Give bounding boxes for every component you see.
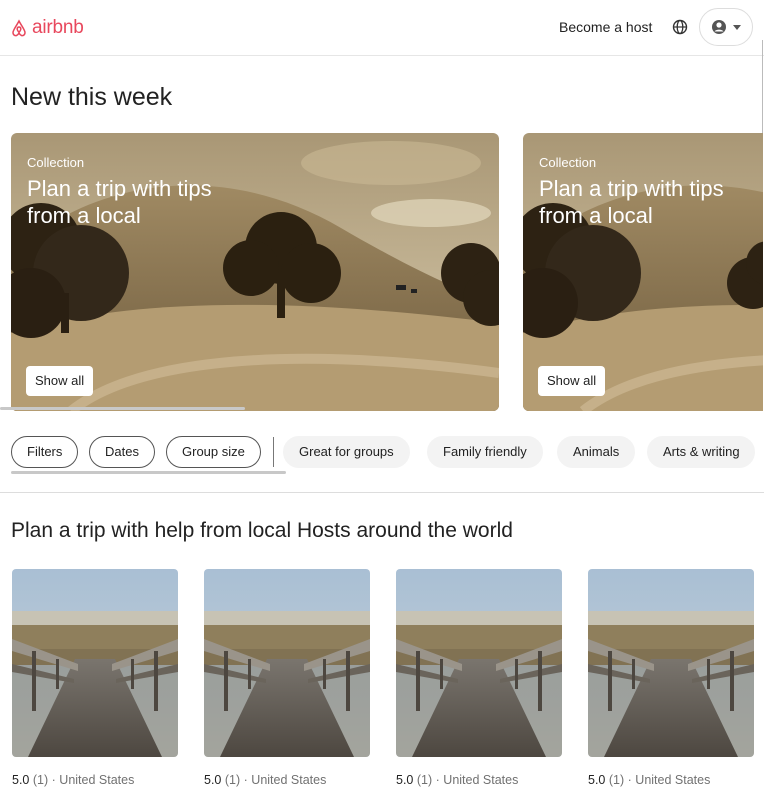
review-count: (1)	[608, 773, 625, 787]
location: United States	[635, 773, 711, 787]
filter-scrollbar[interactable]	[11, 471, 286, 474]
card-kicker: Collection	[539, 155, 597, 170]
section-title-experiences: Plan a trip with help from local Hosts a…	[11, 519, 513, 542]
meta-separator: ·	[51, 773, 56, 787]
meta-separator: ·	[627, 773, 632, 787]
review-count: (1)	[32, 773, 49, 787]
airbnb-logo[interactable]: airbnb	[11, 17, 84, 39]
logo-text: airbnb	[32, 17, 84, 38]
carousel-scrollbar[interactable]	[0, 407, 245, 410]
experience-card[interactable]: 5.0 (1) · United States	[12, 569, 178, 787]
meta-separator: ·	[243, 773, 248, 787]
account-menu-button[interactable]	[699, 8, 753, 46]
collection-card[interactable]: Collection Plan a trip with tips from a …	[11, 133, 499, 411]
card-title: Plan a trip with tips from a local	[27, 176, 212, 228]
meta-separator: ·	[435, 773, 440, 787]
filters-button[interactable]: Filters	[11, 436, 79, 468]
experience-meta: 5.0 (1) · United States	[204, 773, 370, 787]
category-chip-arts-writing[interactable]: Arts & writing	[647, 436, 755, 468]
rating-value: 5.0	[396, 773, 414, 787]
globe-icon[interactable]	[672, 19, 688, 35]
review-count: (1)	[416, 773, 433, 787]
section-title-new-this-week: New this week	[11, 83, 173, 111]
card-title: Plan a trip with tips from a local	[539, 176, 724, 228]
boardwalk-image	[396, 569, 562, 757]
card-kicker: Collection	[27, 155, 85, 170]
experience-meta: 5.0 (1) · United States	[396, 773, 562, 787]
boardwalk-image	[588, 569, 754, 757]
boardwalk-image	[12, 569, 178, 757]
section-divider	[0, 492, 764, 493]
group-size-button[interactable]: Group size	[166, 436, 261, 468]
airbnb-belo-icon	[12, 19, 26, 37]
user-icon	[712, 20, 726, 34]
boardwalk-image	[204, 569, 370, 757]
review-count: (1)	[224, 773, 241, 787]
rating-value: 5.0	[204, 773, 222, 787]
dates-button[interactable]: Dates	[89, 436, 155, 468]
filter-divider	[273, 437, 274, 467]
become-a-host-link[interactable]: Become a host	[559, 19, 652, 35]
rating-value: 5.0	[12, 773, 30, 787]
collection-card[interactable]: Collection Plan a trip with tips from a …	[523, 133, 763, 411]
show-all-button[interactable]: Show all	[538, 366, 606, 396]
experience-meta: 5.0 (1) · United States	[12, 773, 178, 787]
location: United States	[251, 773, 327, 787]
top-nav: airbnb Become a host	[0, 0, 764, 56]
rating-value: 5.0	[588, 773, 606, 787]
caret-down-icon	[733, 24, 741, 30]
show-all-button[interactable]: Show all	[26, 366, 94, 396]
category-chip-great-for-groups[interactable]: Great for groups	[283, 436, 410, 468]
experience-card[interactable]: 5.0 (1) · United States	[204, 569, 370, 787]
experience-card[interactable]: 5.0 (1) · United States	[396, 569, 562, 787]
location: United States	[59, 773, 135, 787]
category-chip-animals[interactable]: Animals	[557, 436, 636, 468]
experience-meta: 5.0 (1) · United States	[588, 773, 754, 787]
location: United States	[443, 773, 519, 787]
experience-card[interactable]: 5.0 (1) · United States	[588, 569, 754, 787]
category-chip-family-friendly[interactable]: Family friendly	[427, 436, 543, 468]
